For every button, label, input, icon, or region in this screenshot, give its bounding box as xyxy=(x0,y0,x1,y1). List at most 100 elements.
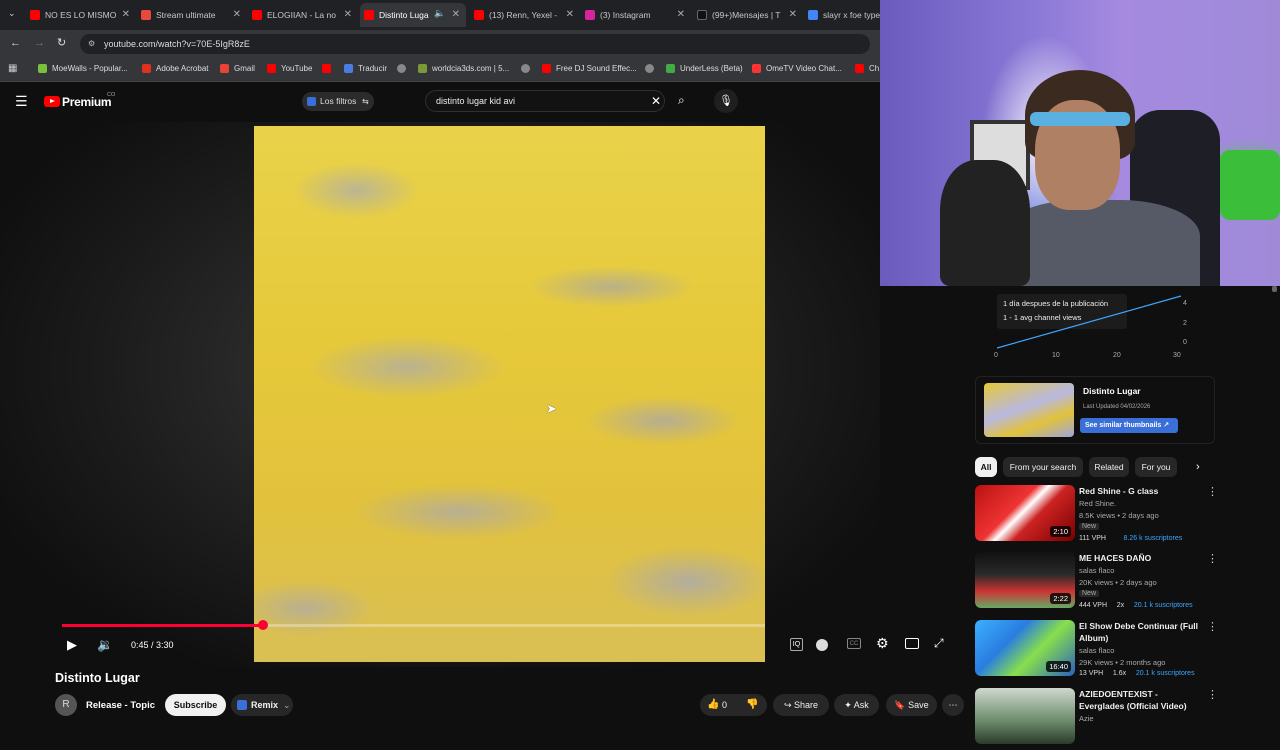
tab-close-icon[interactable]: ✕ xyxy=(122,9,130,20)
browser-tab-active[interactable]: Distinto Luga 🔈 ✕ xyxy=(360,3,466,27)
browser-tab[interactable]: NO ES LO MISMO ✕ xyxy=(30,3,130,27)
recommendation-item[interactable]: 2:22 ME HACES DAÑO salas flaco 20K views… xyxy=(975,552,1218,614)
see-similar-thumbnails-button[interactable]: See similar thumbnails ↗ xyxy=(1080,418,1178,433)
tab-close-icon[interactable]: ✕ xyxy=(233,9,241,20)
more-vertical-icon[interactable]: ⋮ xyxy=(1207,552,1218,565)
autoplay-toggle-icon[interactable] xyxy=(816,639,828,651)
logo-text[interactable]: Premium xyxy=(62,95,112,109)
video-title[interactable]: AZIEDOENTEXIST - Everglades (Official Vi… xyxy=(1079,688,1204,712)
channel-name[interactable]: salas flaco xyxy=(1079,646,1114,655)
more-actions-button[interactable]: ⋯ xyxy=(942,694,964,716)
chevron-right-icon[interactable]: › xyxy=(1196,461,1200,473)
browser-tab[interactable]: slayr x foe type xyxy=(808,3,880,27)
more-vertical-icon[interactable]: ⋮ xyxy=(1207,485,1218,498)
more-vertical-icon[interactable]: ⋮ xyxy=(1207,620,1218,633)
bookmark[interactable]: MoeWalls - Popular... xyxy=(38,64,128,73)
tab-close-icon[interactable]: ✕ xyxy=(566,9,574,20)
browser-tab[interactable]: ELOGIIAN - La no ✕ xyxy=(252,3,352,27)
channel-name[interactable]: Azie xyxy=(1079,714,1094,723)
video-thumbnail[interactable] xyxy=(975,688,1075,744)
search-icon[interactable]: ⌕ xyxy=(678,93,685,108)
chip-all[interactable]: All xyxy=(975,457,997,477)
bookmark[interactable]: YouTube xyxy=(267,64,312,73)
video-thumbnail[interactable]: 2:10 xyxy=(975,485,1075,541)
channel-name[interactable]: Red Shine. xyxy=(1079,499,1116,508)
like-button[interactable]: 👍 0 👎 xyxy=(700,694,767,716)
x-tick: 10 xyxy=(1052,352,1060,359)
recommendation-item[interactable]: 2:10 Red Shine - G class Red Shine. 8.5K… xyxy=(975,485,1218,547)
save-button[interactable]: 🔖 Save xyxy=(886,694,937,716)
progress-scrubber-handle[interactable] xyxy=(257,620,268,630)
voice-search-icon[interactable]: 🎙 xyxy=(714,89,738,113)
bookmark[interactable] xyxy=(521,64,535,73)
site-info-icon[interactable]: ⚙ xyxy=(88,34,95,54)
channel-name[interactable]: salas flaco xyxy=(1079,566,1114,575)
subscribe-button[interactable]: Subscribe xyxy=(165,694,226,716)
browser-tab[interactable]: (3) Instagram ✕ xyxy=(585,3,685,27)
video-title[interactable]: ME HACES DAÑO xyxy=(1079,552,1204,564)
chip-related[interactable]: Related xyxy=(1089,457,1129,477)
apps-grid-icon[interactable]: ▦ xyxy=(8,63,17,74)
video-frame-album-art[interactable] xyxy=(254,126,765,662)
youtube-favicon-icon xyxy=(267,64,276,73)
bookmark[interactable]: worldcia3ds.com | 5... xyxy=(418,64,509,73)
video-thumbnail[interactable]: 2:22 xyxy=(975,552,1075,608)
bookmark[interactable]: Gmail xyxy=(220,64,255,73)
search-input[interactable]: distinto lugar kid avi xyxy=(425,90,665,112)
settings-gear-icon[interactable]: ⚙ xyxy=(876,635,889,652)
bookmark[interactable] xyxy=(645,64,659,73)
tab-close-icon[interactable]: ✕ xyxy=(452,9,460,20)
recommendation-item[interactable]: AZIEDOENTEXIST - Everglades (Official Vi… xyxy=(975,688,1218,750)
video-thumbnail[interactable]: 16:40 xyxy=(975,620,1075,676)
share-button[interactable]: ↪ Share xyxy=(773,694,829,716)
thumbnail-preview[interactable] xyxy=(984,383,1074,437)
back-arrow-icon[interactable]: ← xyxy=(10,37,21,49)
more-vertical-icon[interactable]: ⋮ xyxy=(1207,688,1218,701)
reload-icon[interactable]: ↻ xyxy=(57,36,66,49)
play-icon[interactable]: ▶ xyxy=(67,637,77,653)
bookmark[interactable]: Ch xyxy=(855,64,879,73)
forward-arrow-icon[interactable]: → xyxy=(34,37,45,49)
duration-badge: 2:22 xyxy=(1050,593,1071,604)
bookmark[interactable]: Traducir xyxy=(344,64,387,73)
recommendation-item[interactable]: 16:40 El Show Debe Continuar (Full Album… xyxy=(975,620,1218,682)
browser-tab[interactable]: Stream ultimate ✕ xyxy=(141,3,241,27)
remix-button[interactable]: Remix ⌄ xyxy=(231,694,293,716)
bookmark-label: OmeTV Video Chat... xyxy=(766,64,842,73)
chip-for-you[interactable]: For you xyxy=(1135,457,1177,477)
youtube-logo-icon[interactable] xyxy=(44,96,60,107)
hamburger-menu-icon[interactable]: ☰ xyxy=(15,93,28,110)
video-stats: 13 VPH 1.6x 20.1 k suscriptores xyxy=(1079,670,1195,677)
bookmark[interactable] xyxy=(397,64,411,73)
bookmark[interactable] xyxy=(322,64,336,73)
chip-from-your-search[interactable]: From your search xyxy=(1003,457,1083,477)
volume-icon[interactable]: 🔉 xyxy=(97,637,113,653)
channel-avatar[interactable]: R xyxy=(55,694,77,716)
video-title[interactable]: El Show Debe Continuar (Full Album) xyxy=(1079,620,1204,644)
fullscreen-icon[interactable]: ⤢ xyxy=(934,636,944,651)
bookmark[interactable]: UnderLess (Beta) xyxy=(666,64,743,73)
tab-search-chevron-icon[interactable]: ⌄ xyxy=(8,8,16,19)
scrollbar-thumb[interactable] xyxy=(1272,286,1277,292)
bookmark[interactable]: Free DJ Sound Effec... xyxy=(542,64,637,73)
bookmark[interactable]: OmeTV Video Chat... xyxy=(752,64,842,73)
video-progress-bar[interactable] xyxy=(62,620,765,630)
browser-tab[interactable]: (13) Renn, Yexel - ✕ xyxy=(474,3,574,27)
browser-tab[interactable]: (99+)Mensajes | T ✕ xyxy=(697,3,797,27)
theater-mode-icon[interactable] xyxy=(905,638,919,649)
channel-name[interactable]: Release - Topic xyxy=(86,700,155,711)
filters-button[interactable]: Los filtros ⇆ xyxy=(302,92,374,111)
tab-close-icon[interactable]: ✕ xyxy=(789,9,797,20)
thumbs-down-icon[interactable]: 👎 xyxy=(746,694,758,716)
url-field[interactable]: ⚙ youtube.com/watch?v=70E-5IgR8zE xyxy=(80,34,870,54)
speaker-icon[interactable]: 🔈 xyxy=(434,8,445,19)
captions-icon[interactable]: CC xyxy=(847,638,861,649)
tab-close-icon[interactable]: ✕ xyxy=(344,9,352,20)
ask-button[interactable]: ✦ Ask xyxy=(834,694,879,716)
bookmark-label: Ch xyxy=(869,64,880,73)
bookmark[interactable]: Adobe Acrobat xyxy=(142,64,208,73)
video-title[interactable]: Red Shine - G class xyxy=(1079,485,1204,497)
iq-extension-icon[interactable]: IQ xyxy=(790,638,803,651)
clear-search-icon[interactable]: ✕ xyxy=(651,94,661,108)
tab-close-icon[interactable]: ✕ xyxy=(677,9,685,20)
